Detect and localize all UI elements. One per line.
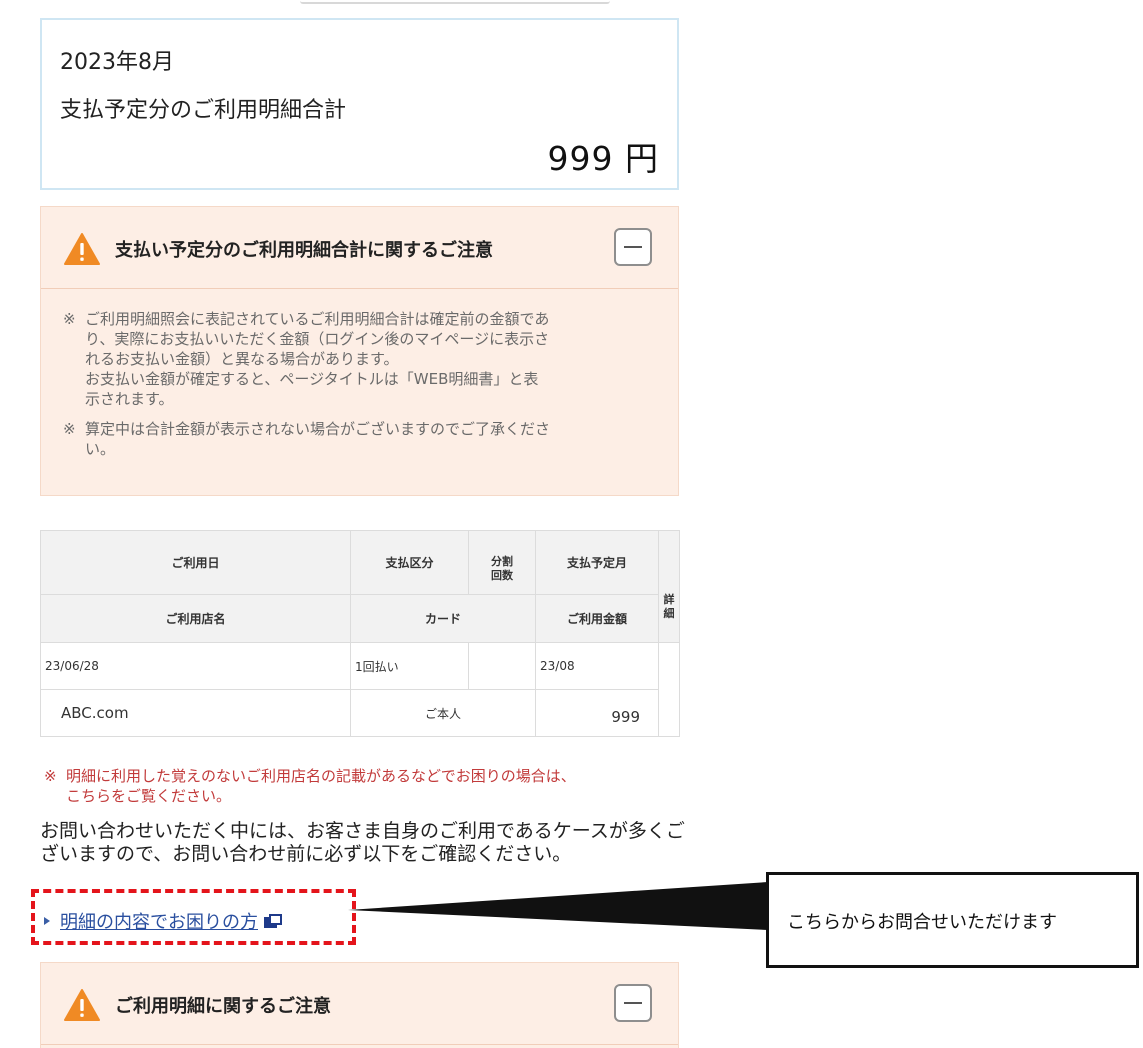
warning-icon bbox=[64, 233, 100, 265]
note-item: ※ ご利用明細照会に表記されているご利用明細合計は確定前の金額であ り、実際にお… bbox=[63, 309, 656, 409]
col-header-installments: 分割 回数 bbox=[468, 530, 536, 595]
notice-total-panel: 支払い予定分のご利用明細合計に関するご注意 ※ ご利用明細照会に表記されているご… bbox=[40, 206, 679, 496]
cell-installments bbox=[468, 642, 536, 690]
header-edge bbox=[300, 0, 610, 4]
collapse-button[interactable] bbox=[614, 984, 652, 1022]
note-mark: ※ bbox=[63, 420, 76, 438]
callout-pointer bbox=[348, 882, 768, 930]
note-text: 算定中は合計金額が表示されない場合がございますのでご了承くださ い。 bbox=[85, 419, 550, 459]
cell-payment-type: 1回払い bbox=[350, 642, 469, 690]
notice-usage-panel: ご利用明細に関するご注意 bbox=[40, 962, 679, 1048]
col-header-amount: ご利用金額 bbox=[535, 594, 659, 643]
note-line: ご利用明細照会に表記されているご利用明細合計は確定前の金額であ bbox=[85, 310, 550, 328]
col-header-date: ご利用日 bbox=[40, 530, 351, 595]
note-line: 算定中は合計金額が表示されない場合がございますのでご了承くださ bbox=[85, 420, 551, 438]
col-header-store: ご利用店名 bbox=[40, 594, 351, 643]
note-text: 明細に利用した覚えのないご利用店名の記載があるなどでお困りの場合は、 こちらをご… bbox=[66, 766, 576, 806]
cell-store: ABC.com bbox=[40, 689, 351, 737]
table-header-row: ご利用日 支払区分 分割 回数 支払予定月 詳 細 bbox=[40, 530, 680, 643]
cell-detail[interactable] bbox=[658, 642, 680, 737]
notice-usage-title: ご利用明細に関するご注意 bbox=[115, 996, 331, 1017]
note-line: り、実際にお支払いいただく金額（ログイン後のマイページに表示さ bbox=[85, 330, 550, 348]
note-item: ※ 算定中は合計金額が表示されない場合がございますのでご了承くださ い。 bbox=[63, 419, 656, 459]
statement-table: ご利用日 支払区分 分割 回数 支払予定月 詳 細 ご利用店名 カード ご利用金… bbox=[40, 530, 680, 737]
note-line: お支払い金額が確定すると、ページタイトルは「WEB明細書」と表 bbox=[85, 370, 539, 388]
callout-text: こちらからお問合せいただけます bbox=[787, 912, 1057, 933]
minus-icon bbox=[624, 246, 642, 248]
note-line: 明細に利用した覚えのないご利用店名の記載があるなどでお困りの場合は、 bbox=[66, 767, 576, 785]
col-header-detail: 詳 細 bbox=[658, 530, 680, 643]
warning-icon bbox=[64, 989, 100, 1021]
table-row: 23/06/28 1回払い 23/08 bbox=[40, 642, 680, 737]
highlight-annotation-box bbox=[31, 889, 356, 945]
statement-total-card: 2023年8月 支払予定分のご利用明細合計 999 円 bbox=[40, 18, 679, 190]
cell-amount: 999 bbox=[535, 689, 659, 737]
collapse-button[interactable] bbox=[614, 228, 652, 266]
notice-total-body: ※ ご利用明細照会に表記されているご利用明細合計は確定前の金額であ り、実際にお… bbox=[41, 289, 678, 483]
cell-payment-month: 23/08 bbox=[535, 642, 659, 690]
note-line: こちらをご覧ください。 bbox=[66, 787, 232, 805]
notice-usage-header[interactable]: ご利用明細に関するご注意 bbox=[41, 963, 678, 1045]
note-mark: ※ bbox=[44, 767, 57, 785]
note-text: ご利用明細照会に表記されているご利用明細合計は確定前の金額であ り、実際にお支払… bbox=[85, 309, 549, 409]
minus-icon bbox=[624, 1002, 642, 1004]
notice-total-title: 支払い予定分のご利用明細合計に関するご注意 bbox=[115, 240, 493, 261]
note-line: い。 bbox=[85, 440, 116, 458]
confirm-before-inquiry-text: お問い合わせいただく中には、お客さま自身のご利用であるケースが多くございますので… bbox=[40, 820, 685, 865]
col-header-card: カード bbox=[350, 594, 536, 643]
statement-total-amount: 999 円 bbox=[547, 139, 659, 178]
col-header-payment-type: 支払区分 bbox=[350, 530, 469, 595]
col-header-payment-month: 支払予定月 bbox=[535, 530, 659, 595]
callout-box: こちらからお問合せいただけます bbox=[766, 872, 1139, 968]
table-header-row: ご利用店名 カード ご利用金額 bbox=[40, 594, 680, 643]
notice-total-header[interactable]: 支払い予定分のご利用明細合計に関するご注意 bbox=[41, 207, 678, 289]
note-line: れるお支払い金額）と異なる場合があります。 bbox=[85, 350, 399, 368]
note-line: 示されます。 bbox=[85, 390, 174, 408]
statement-total-label: 支払予定分のご利用明細合計 bbox=[60, 98, 347, 123]
cell-date: 23/06/28 bbox=[40, 642, 351, 690]
table-row: ABC.com ご本人 999 bbox=[40, 689, 680, 737]
cell-card: ご本人 bbox=[350, 689, 536, 737]
note-mark: ※ bbox=[63, 310, 76, 328]
unrecognized-charge-notice: ※ 明細に利用した覚えのないご利用店名の記載があるなどでお困りの場合は、 こちら… bbox=[44, 766, 694, 806]
statement-month: 2023年8月 bbox=[60, 50, 174, 75]
